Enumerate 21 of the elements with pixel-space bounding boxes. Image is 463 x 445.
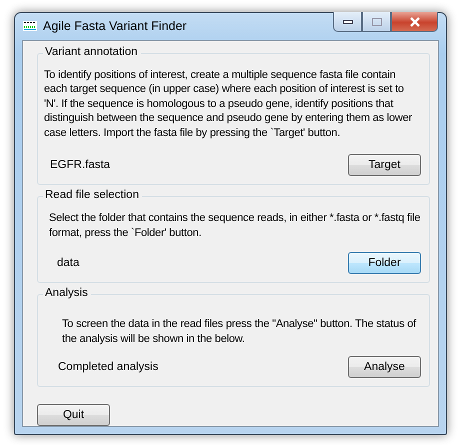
description-text: To screen the data in the read files press the "Analyse" button. The status of the analysis will be shown in the below. <box>61 317 418 346</box>
close-icon <box>408 16 420 26</box>
minimize-button[interactable] <box>333 12 362 32</box>
app-icon <box>23 21 37 32</box>
status-label: EGFR.fasta <box>49 159 110 171</box>
maximize-button[interactable] <box>362 12 391 32</box>
maximize-icon <box>372 18 382 26</box>
status-label: data <box>56 257 80 269</box>
description-text: To identify positions of interest, create a multiple sequence fasta file contain each target sequence (in upper case) where each position of interest is set to 'N'. If the sequence is homologous to a pseudo gene, identify positions that distinguish between the sequence and pseudo gene by entering them as lower case letters. Import the fasta file by pressing the `Target' button. <box>44 68 414 140</box>
group-title: Analysis <box>43 287 91 299</box>
description-text: Select the folder that contains the sequence reads, in either *.fasta or *.fastq file format, press the `Folder' button. <box>48 211 421 240</box>
group-title: Read file selection <box>43 189 142 201</box>
group-title: Variant annotation <box>43 46 140 58</box>
button[interactable]: Folder <box>348 252 421 274</box>
minimize-icon <box>342 20 352 24</box>
close-button[interactable] <box>391 12 438 32</box>
button[interactable]: Analyse <box>348 356 421 378</box>
status-label: Completed analysis <box>57 361 158 373</box>
button[interactable]: Target <box>348 154 421 176</box>
window-title: Agile Fasta Variant Finder <box>43 19 187 34</box>
button[interactable]: Quit <box>37 404 110 426</box>
